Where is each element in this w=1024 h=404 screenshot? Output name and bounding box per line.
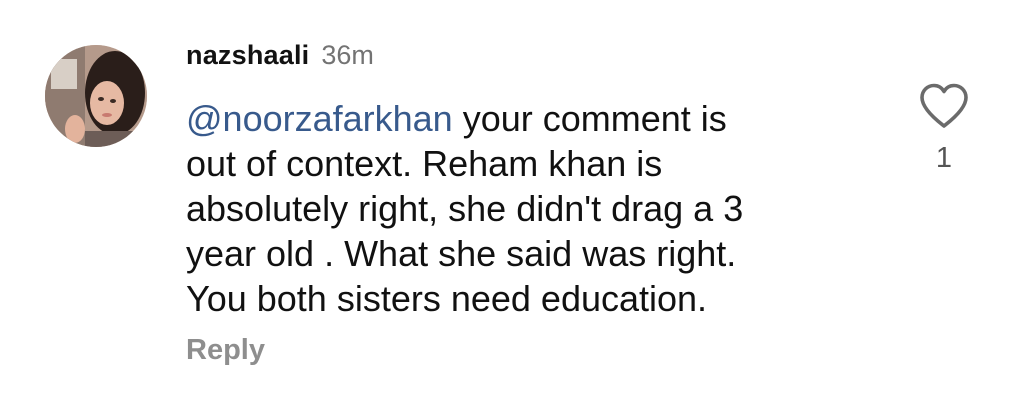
comment-line-1: @noorzafarkhan your comment is — [186, 96, 846, 141]
comment-line-5: You both sisters need education. — [186, 278, 708, 319]
mention-link[interactable]: @noorzafarkhan — [186, 98, 453, 139]
timestamp: 36m — [321, 40, 374, 70]
comment-line-2: out of context. Reham khan is — [186, 143, 663, 184]
avatar[interactable] — [45, 45, 147, 147]
comment-line-3: absolutely right, she didn't drag a 3 — [186, 188, 744, 229]
comment-text: @noorzafarkhan your comment is out of co… — [186, 96, 846, 321]
avatar-photo — [45, 45, 147, 147]
comment-text-segment: your comment is — [452, 98, 727, 139]
comment-header: nazshaali 36m — [186, 40, 374, 80]
heart-icon — [920, 83, 968, 128]
like-count: 1 — [935, 142, 953, 174]
reply-button[interactable]: Reply — [186, 334, 265, 367]
like-button[interactable] — [917, 82, 971, 130]
comment-line-4: year old . What she said was right. — [186, 233, 737, 274]
username[interactable]: nazshaali — [186, 40, 309, 71]
comment-item: nazshaali 36m @noorzafarkhan your commen… — [0, 0, 1024, 404]
